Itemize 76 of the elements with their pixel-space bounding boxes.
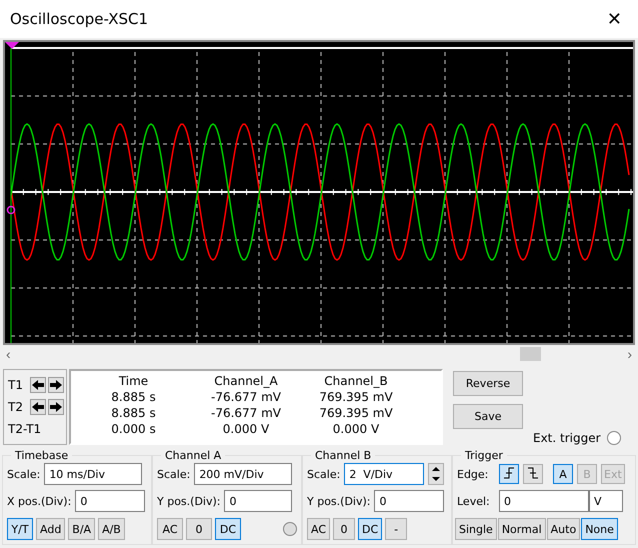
field-label: Edge: (457, 468, 490, 480)
group-title: Channel A (164, 449, 222, 462)
position-field[interactable]: 0 (75, 490, 146, 512)
scroll-left-button[interactable]: ‹ (4, 347, 13, 361)
mode-button[interactable]: Normal (498, 518, 546, 540)
action-button[interactable]: Save (453, 404, 523, 429)
unit-field[interactable]: V (589, 490, 623, 512)
falling-edge-icon (527, 466, 539, 478)
move-left-button[interactable] (30, 399, 46, 415)
mode-button[interactable]: Single (455, 518, 497, 540)
cursor-label: T2 (8, 400, 24, 414)
table-cell-text: 8.885 s (110, 389, 157, 405)
column-header: Channel_B (323, 373, 389, 389)
field-label: Scale: (307, 468, 340, 480)
left-arrow-icon (32, 380, 44, 390)
cursor-label: T2-T1 (8, 422, 42, 436)
right-arrow-icon (50, 380, 62, 390)
scale-field[interactable]: 2 V/Div (344, 463, 424, 485)
table-cell-text: 0.000 V (222, 421, 270, 437)
field-label: Y pos.(Div): (157, 494, 220, 508)
edge-button[interactable] (523, 464, 543, 484)
position-field[interactable]: 0 (374, 490, 444, 512)
field-label: Scale: (7, 468, 40, 480)
mode-button[interactable]: Add (36, 518, 66, 540)
table-cell-text: -76.677 mV (210, 389, 282, 405)
mode-button[interactable]: DC (215, 518, 241, 540)
ext-trigger-radio[interactable] (606, 431, 621, 445)
table-cell-text: -76.677 mV (210, 405, 282, 421)
mode-button[interactable]: AC (307, 518, 330, 540)
cursor-marker-icon[interactable] (5, 42, 19, 49)
position-field[interactable]: 0 (224, 490, 292, 512)
ext-trigger-label: Ext. trigger (533, 431, 601, 445)
field-label: Y pos.(Div): (307, 494, 370, 508)
level-field[interactable]: 0 (499, 490, 589, 512)
field-label: Scale: (157, 468, 190, 480)
left-arrow-icon (32, 402, 44, 412)
mode-button[interactable]: None (581, 518, 618, 540)
table-cell-text: 769.395 mV (318, 405, 394, 421)
scale-field[interactable]: 10 ms/Div (44, 463, 142, 485)
group-title: Trigger (464, 449, 504, 462)
column-header: Channel_A (213, 373, 279, 389)
action-button[interactable]: Reverse (453, 371, 523, 396)
scrollbar-thumb[interactable] (520, 347, 541, 361)
close-button[interactable]: ✕ (600, 8, 628, 30)
mode-button[interactable]: DC (358, 518, 382, 540)
scroll-right-button[interactable]: › (625, 347, 634, 361)
trigger-marker-icon[interactable] (6, 206, 16, 214)
mode-button[interactable]: 0 (186, 518, 212, 540)
field-label: X pos.(Div): (7, 494, 72, 508)
move-right-button[interactable] (48, 399, 64, 415)
mode-button[interactable]: AC (157, 518, 183, 540)
field-label: Level: (457, 494, 491, 508)
rising-edge-icon (503, 466, 515, 478)
mode-button[interactable]: Auto (546, 518, 580, 540)
table-cell-text: 0.000 V (332, 421, 380, 437)
move-right-button[interactable] (48, 377, 64, 393)
edge-button[interactable] (499, 464, 519, 484)
mode-button[interactable]: Y/T (7, 518, 33, 540)
mode-button[interactable]: B/A (68, 518, 96, 540)
move-left-button[interactable] (30, 377, 46, 393)
right-arrow-icon (50, 402, 62, 412)
mode-button[interactable]: 0 (333, 518, 356, 540)
mode-button[interactable]: - (385, 518, 408, 540)
table-cell-text: 0.000 s (110, 421, 157, 437)
group-title: Timebase (14, 449, 70, 462)
cursor-label: T1 (8, 378, 24, 392)
table-cell-text: 769.395 mV (318, 389, 394, 405)
channel-radio[interactable] (283, 522, 297, 536)
group-title: Channel B (314, 449, 372, 462)
scale-field[interactable]: 200 mV/Div (194, 463, 292, 485)
spin-control[interactable] (428, 463, 444, 485)
mode-button[interactable]: A/B (98, 518, 125, 540)
window-title: Oscilloscope-XSC1 (10, 10, 148, 28)
table-cell-text: 8.885 s (110, 405, 157, 421)
source-button[interactable]: A (553, 464, 573, 484)
column-header: Time (118, 373, 150, 389)
